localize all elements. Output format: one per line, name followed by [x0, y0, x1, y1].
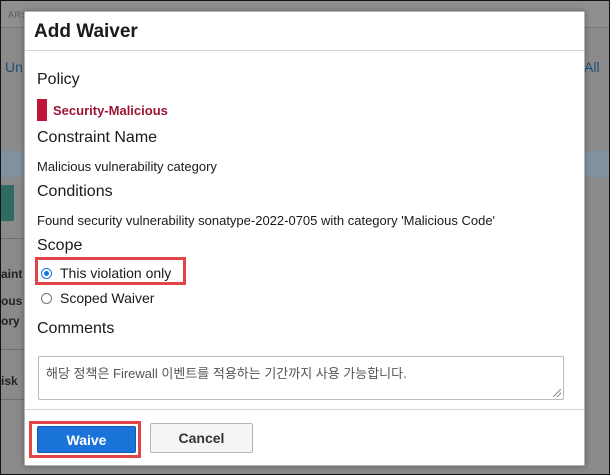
add-waiver-dialog: Add Waiver Policy Security-Malicious Con… [24, 11, 585, 466]
dialog-title: Add Waiver [34, 21, 138, 42]
radio-selected-icon[interactable] [41, 267, 52, 279]
scope-option-label: Scoped Waiver [60, 290, 155, 306]
radio-unselected-icon[interactable] [41, 292, 52, 304]
waive-button[interactable]: Waive [37, 426, 136, 453]
background-fragment: ous [1, 294, 23, 308]
comments-textarea[interactable]: 해당 정책은 Firewall 이벤트를 적용하는 기간까지 사용 가능합니다. [38, 356, 564, 400]
constraint-value: Malicious vulnerability category [37, 159, 217, 174]
page-frame: ARS Un All aint ous ory isk Add Waiver P… [0, 0, 610, 475]
background-divider [1, 399, 25, 400]
policy-threat-bar [37, 99, 47, 121]
background-link-left: Un [5, 59, 23, 75]
scope-option-label: This violation only [60, 265, 172, 281]
conditions-heading: Conditions [37, 183, 113, 200]
dialog-header: Add Waiver [25, 12, 584, 51]
scope-option-this-violation[interactable]: This violation only [41, 265, 171, 281]
background-link-right: All [584, 59, 600, 75]
policy-name: Security-Malicious [53, 102, 168, 118]
comments-heading: Comments [37, 320, 115, 337]
policy-heading: Policy [37, 71, 80, 88]
background-fragment: aint [1, 267, 23, 281]
conditions-value: Found security vulnerability sonatype-20… [37, 213, 496, 228]
comments-text: 해당 정책은 Firewall 이벤트를 적용하는 기간까지 사용 가능합니다. [46, 366, 407, 381]
background-divider [1, 238, 25, 239]
scope-option-scoped-waiver[interactable]: Scoped Waiver [41, 290, 154, 306]
scope-heading: Scope [37, 237, 83, 254]
background-fragment: ory [1, 314, 20, 328]
constraint-heading: Constraint Name [37, 129, 158, 146]
resize-grip-icon[interactable] [553, 389, 561, 397]
policy-row: Security-Malicious [37, 99, 168, 121]
background-fragment: isk [1, 374, 18, 388]
background-teal-block [1, 185, 14, 221]
background-divider [1, 349, 25, 350]
cancel-button[interactable]: Cancel [150, 423, 253, 453]
dialog-footer: Waive Cancel [25, 409, 584, 467]
